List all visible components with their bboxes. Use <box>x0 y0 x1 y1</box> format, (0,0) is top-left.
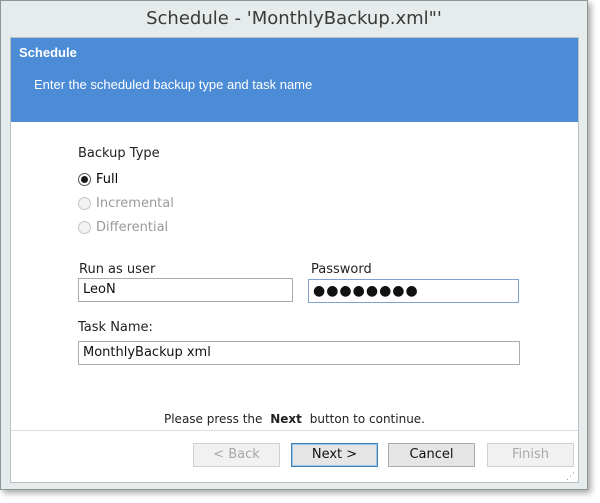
resize-grip-icon[interactable]: ⋰ <box>566 473 575 482</box>
radio-full-label: Full <box>96 171 119 187</box>
password-input[interactable]: ●●●●●●●● <box>308 279 519 303</box>
backup-type-label: Backup Type <box>78 146 160 161</box>
back-button[interactable]: < Back <box>193 443 280 467</box>
window-title: Schedule - 'MonthlyBackup.xml"' <box>146 8 442 29</box>
radio-incremental-indicator[interactable] <box>78 196 91 210</box>
banner-subtitle: Enter the scheduled backup type and task… <box>34 77 313 92</box>
banner-title: Schedule <box>19 45 77 60</box>
radio-differential-label: Differential <box>96 219 169 235</box>
radio-full-indicator[interactable] <box>78 172 91 186</box>
radio-incremental-label: Incremental <box>96 195 174 211</box>
hint-next-keyword: Next <box>270 412 302 426</box>
finish-button[interactable]: Finish <box>487 443 574 467</box>
task-name-input[interactable]: MonthlyBackup xml <box>78 341 520 365</box>
hint-text-before: Please press the <box>163 412 263 426</box>
cancel-button[interactable]: Cancel <box>388 443 475 467</box>
dialog-client-area: Schedule Enter the scheduled backup type… <box>10 37 579 483</box>
continue-hint: Please press the Next button to continue… <box>11 412 578 426</box>
run-as-user-input[interactable]: LeoN <box>78 278 293 302</box>
run-as-user-label: Run as user <box>79 262 156 277</box>
radio-full[interactable]: Full <box>78 170 118 188</box>
radio-incremental[interactable]: Incremental <box>78 194 174 212</box>
radio-differential[interactable]: Differential <box>78 218 168 236</box>
button-bar: < Back Next > Cancel Finish ⋰ <box>11 430 578 482</box>
task-name-label: Task Name: <box>78 320 153 335</box>
schedule-dialog: Schedule - 'MonthlyBackup.xml"' Schedule… <box>0 0 588 490</box>
radio-differential-indicator[interactable] <box>78 220 91 234</box>
header-banner: Schedule Enter the scheduled backup type… <box>11 38 578 122</box>
next-button[interactable]: Next > <box>291 443 378 467</box>
password-label: Password <box>311 262 372 277</box>
hint-text-after: button to continue. <box>309 412 425 426</box>
